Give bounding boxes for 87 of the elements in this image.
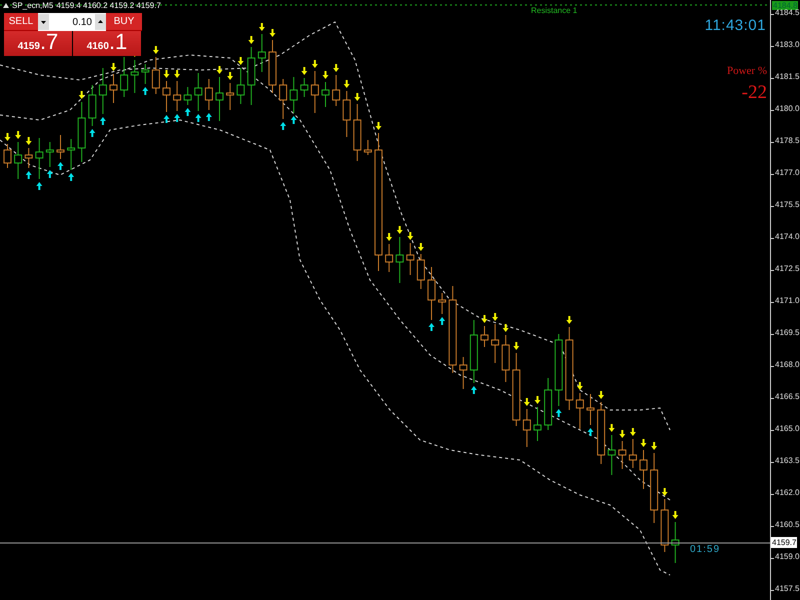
candlestick — [597, 402, 606, 464]
buy-button[interactable]: BUY — [106, 13, 142, 31]
candlestick — [416, 254, 425, 290]
candlestick — [502, 334, 510, 382]
candlestick — [14, 142, 22, 180]
down-arrow-icon — [672, 511, 678, 519]
candlestick — [279, 78, 288, 120]
candlestick — [322, 82, 330, 108]
candlestick — [406, 242, 414, 276]
candlestick — [480, 326, 488, 348]
candlestick — [110, 74, 118, 104]
candlestick — [258, 34, 266, 72]
candlestick — [24, 148, 33, 168]
candlestick — [459, 356, 468, 390]
down-arrow-icon — [110, 63, 116, 71]
candlestick — [173, 80, 182, 112]
candlestick — [88, 84, 96, 126]
candlestick — [522, 408, 531, 448]
down-arrow-icon — [152, 46, 159, 54]
candle-countdown: 01:59 — [690, 544, 720, 555]
candlestick — [470, 320, 478, 384]
down-arrow-icon — [513, 342, 520, 350]
power-label: Power % — [726, 65, 767, 77]
candlestick — [342, 90, 351, 138]
candlestick — [310, 70, 319, 114]
candlestick — [268, 40, 276, 94]
current-price-tag: 4159.7 — [771, 537, 798, 548]
candlestick — [98, 68, 107, 114]
up-arrow-icon — [142, 87, 148, 95]
candlestick — [332, 74, 340, 106]
candlestick — [46, 142, 54, 168]
down-arrow-icon — [376, 122, 382, 130]
candlestick — [650, 452, 658, 524]
power-value: -22 — [742, 82, 767, 104]
candlestick — [247, 46, 256, 106]
candlestick — [628, 438, 637, 468]
candlestick — [544, 378, 552, 430]
candlestick — [671, 522, 680, 564]
candlestick — [162, 80, 170, 112]
sell-button[interactable]: SELL — [4, 13, 38, 31]
candlestick — [236, 68, 245, 104]
resistance-label: Resistance 1 — [531, 6, 578, 15]
candlestick — [120, 56, 128, 98]
candlestick — [35, 138, 44, 180]
down-arrow-icon — [576, 382, 583, 390]
candlestick — [204, 78, 213, 110]
candlestick — [438, 292, 446, 314]
candlestick — [618, 440, 626, 470]
candlestick — [353, 104, 362, 162]
candlestick — [396, 236, 404, 284]
candlestick — [78, 102, 86, 162]
candlestick — [385, 244, 394, 272]
candlestick — [640, 450, 648, 490]
up-arrow-icon — [470, 386, 477, 394]
sell-price-button[interactable]: 4159.7 — [4, 31, 72, 56]
triangle-icon[interactable] — [3, 3, 9, 8]
candlestick — [660, 498, 669, 552]
candlestick — [67, 138, 76, 170]
down-arrow-icon — [78, 91, 85, 99]
candlestick — [534, 406, 542, 442]
ohlc-prices: 4159.4 4160.2 4159.2 4159.7 — [56, 1, 161, 10]
candlestick — [216, 76, 224, 122]
candlestick — [194, 72, 202, 112]
down-arrow-icon — [662, 488, 668, 496]
candlestick — [141, 64, 150, 84]
down-arrow-icon — [566, 316, 572, 324]
candlestick — [491, 324, 500, 364]
up-arrow-icon — [588, 428, 594, 436]
candlestick — [56, 134, 64, 160]
candlestick — [130, 60, 139, 94]
candlestick — [364, 140, 372, 156]
candlestick — [608, 434, 616, 476]
candlestick — [586, 394, 594, 426]
candlestick — [4, 144, 12, 168]
candlestick — [184, 86, 192, 106]
candlestick — [300, 78, 308, 98]
candlestick — [576, 392, 584, 430]
buy-price-button[interactable]: 4160.1 — [73, 31, 141, 56]
lot-size-field[interactable]: 0.10 — [38, 13, 106, 31]
down-arrow-icon — [598, 391, 604, 399]
candlestick — [152, 56, 160, 94]
clock-time: 11:43:01 — [704, 17, 766, 34]
up-arrow-icon — [556, 409, 562, 417]
candlestick — [290, 76, 298, 114]
symbol-label: SP_ecn,M5 — [12, 1, 54, 10]
candlestick — [428, 266, 436, 320]
candlestick — [226, 82, 234, 110]
